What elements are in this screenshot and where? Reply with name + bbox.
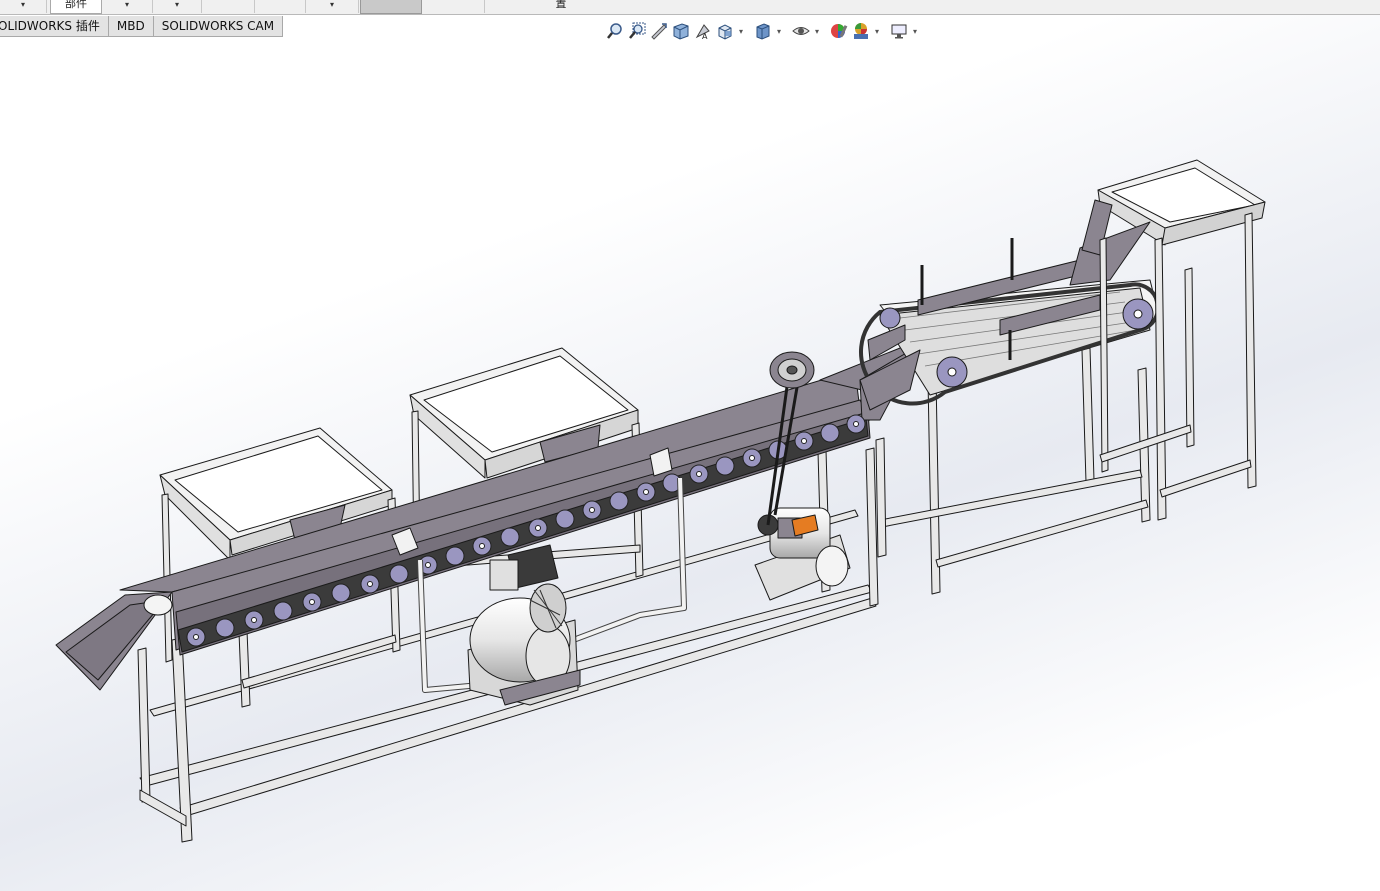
conveyor-assembly-model[interactable] [0,0,1380,891]
pump-motor [467,544,581,706]
inlet-chute [55,591,173,691]
drive-pulley [769,351,815,389]
upper-stand [875,347,1151,595]
